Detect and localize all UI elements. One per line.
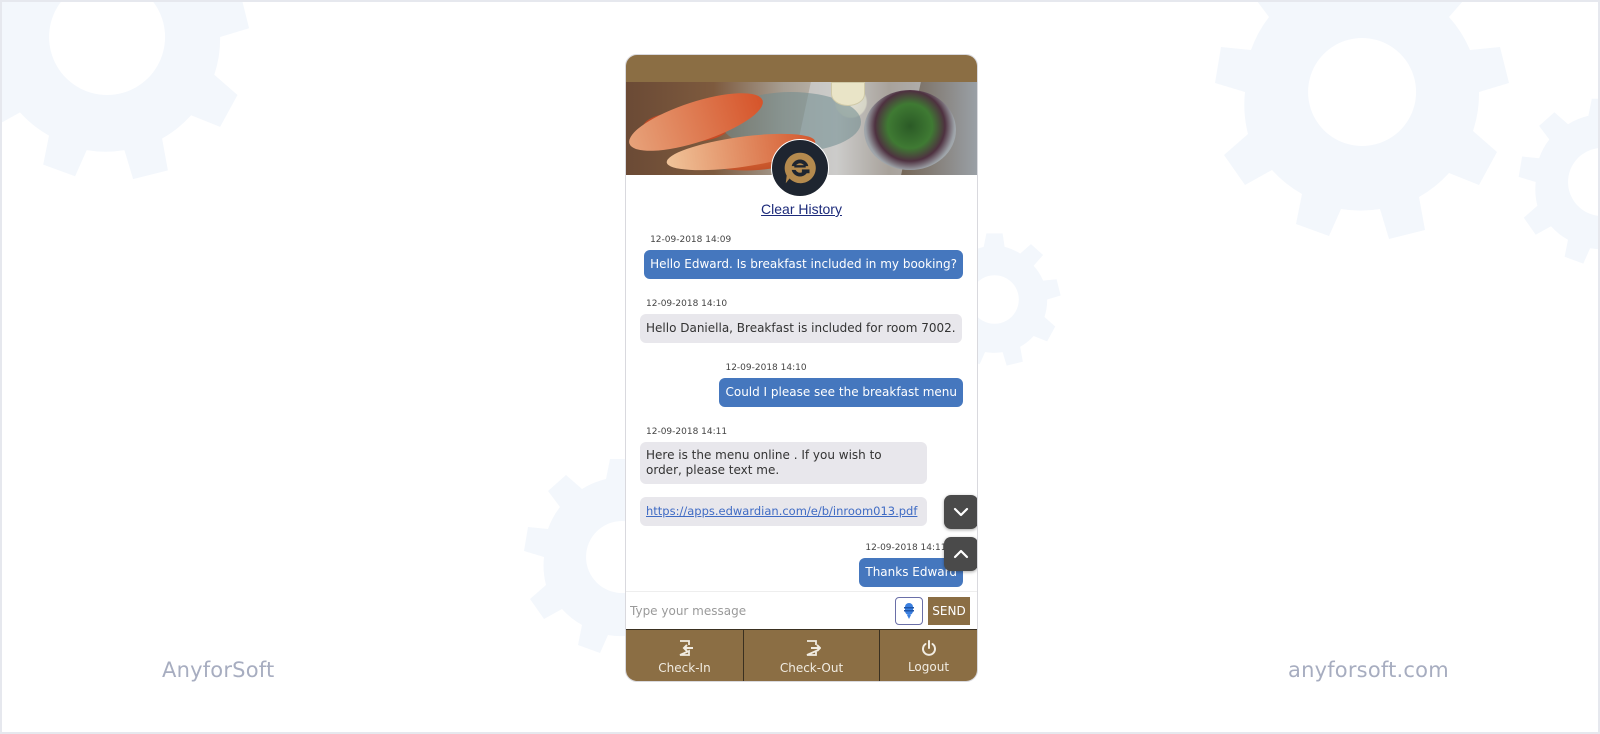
brand-name: AnyforSoft [162,658,275,682]
message-bubble: Here is the menu online . If you wish to… [640,442,927,484]
gear-decoration-icon [2,2,250,180]
scroll-down-button[interactable] [944,495,977,529]
message-outgoing: 12-09-2018 14:09 Hello Edward. Is breakf… [644,235,963,279]
nav-label: Check-In [658,660,711,675]
message-composer: SEND [626,591,977,629]
nav-check-out[interactable]: Check-Out [744,630,880,681]
nav-logout[interactable]: Logout [880,630,977,681]
message-incoming: 12-09-2018 14:11 Here is the menu online… [640,427,927,484]
gear-decoration-icon [1215,2,1509,239]
mobile-chat-screen: Clear History 12-09-2018 14:09 Hello Edw… [625,54,978,682]
message-bubble: Hello Daniella, Breakfast is included fo… [640,314,962,343]
message-input[interactable] [626,595,895,626]
chevron-down-icon [953,507,969,517]
nav-label: Check-Out [779,660,844,675]
menu-pdf-link[interactable]: https://apps.edwardian.com/e/b/inroom013… [646,504,917,518]
message-timestamp: 12-09-2018 14:11 [646,427,728,437]
brand-website: anyforsoft.com [1288,658,1449,682]
message-bubble: https://apps.edwardian.com/e/b/inroom013… [640,497,927,526]
scroll-up-button[interactable] [944,537,977,571]
message-timestamp: 12-09-2018 14:10 [725,363,807,373]
nav-check-in[interactable]: Check-In [626,630,744,681]
gear-decoration-icon [1518,98,1598,264]
check-out-icon [806,639,821,656]
chat-bubble-e-logo-icon [784,152,816,184]
check-in-icon [679,639,693,656]
message-bubble: Could I please see the breakfast menu [719,378,963,407]
bottom-navigation: Check-In Check-Out Logout [626,629,977,681]
message-outgoing: 12-09-2018 14:10 Could I please see the … [719,363,963,407]
message-incoming: 12-09-2018 14:10 Hello Daniella, Breakfa… [640,299,962,343]
chevron-up-icon [953,549,969,559]
app-logo [771,139,829,197]
send-button[interactable]: SEND [928,596,970,625]
power-icon [921,639,936,656]
nav-label: Logout [907,659,950,674]
message-timestamp: 12-09-2018 14:09 [650,235,732,245]
microphone-icon [904,602,914,619]
chat-messages[interactable]: 12-09-2018 14:09 Hello Edward. Is breakf… [626,229,977,591]
microphone-button[interactable] [895,596,923,625]
clear-history-link[interactable]: Clear History [626,201,977,217]
status-bar [626,55,977,82]
presentation-canvas: AnyforSoft anyforsoft.com Clear History [0,0,1600,734]
message-incoming-link: https://apps.edwardian.com/e/b/inroom013… [640,497,927,526]
message-timestamp: 12-09-2018 14:10 [646,299,728,309]
message-bubble: Hello Edward. Is breakfast included in m… [644,250,963,279]
